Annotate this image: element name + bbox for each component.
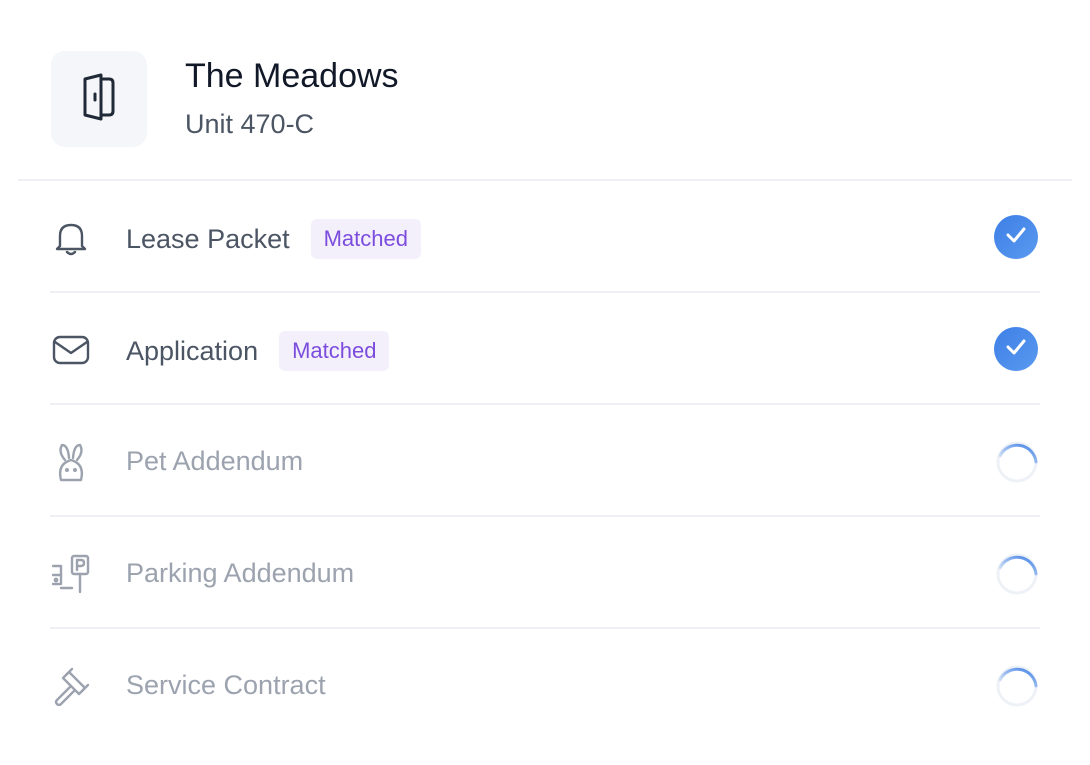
- rabbit-icon: [50, 441, 92, 483]
- check-icon: [1005, 226, 1027, 249]
- status-complete: [994, 215, 1040, 261]
- property-icon-box: [51, 51, 147, 147]
- document-label: Service Contract: [126, 670, 326, 700]
- bell-icon: [50, 217, 92, 259]
- list-item[interactable]: Service Contract: [50, 629, 1040, 741]
- document-label: Pet Addendum: [126, 446, 304, 476]
- status-complete: [994, 327, 1040, 373]
- mail-icon: [50, 329, 92, 371]
- matched-badge: Matched: [279, 331, 390, 371]
- list-item[interactable]: Application Matched: [50, 293, 1040, 405]
- status-loading-spinner: [994, 439, 1040, 485]
- check-icon: [1005, 338, 1027, 361]
- property-unit: Unit 470-C: [185, 109, 315, 139]
- gavel-icon: [50, 665, 92, 707]
- document-list: Lease Packet Matched Application Matched…: [50, 181, 1040, 741]
- document-label: Lease Packet: [126, 224, 290, 254]
- document-label: Parking Addendum: [126, 558, 355, 588]
- status-loading-spinner: [994, 551, 1040, 597]
- list-item[interactable]: Parking Addendum: [50, 517, 1040, 629]
- property-card: The Meadows Unit 470-C Lease Packet Matc…: [0, 0, 1090, 765]
- parking-icon: [50, 553, 92, 595]
- document-label: Application: [126, 336, 259, 366]
- list-item[interactable]: Lease Packet Matched: [50, 181, 1040, 293]
- door-icon: [79, 73, 119, 126]
- matched-badge: Matched: [310, 219, 421, 259]
- status-loading-spinner: [994, 663, 1040, 709]
- list-item[interactable]: Pet Addendum: [50, 405, 1040, 517]
- property-name: The Meadows: [185, 57, 399, 95]
- property-header: The Meadows Unit 470-C: [0, 0, 1090, 180]
